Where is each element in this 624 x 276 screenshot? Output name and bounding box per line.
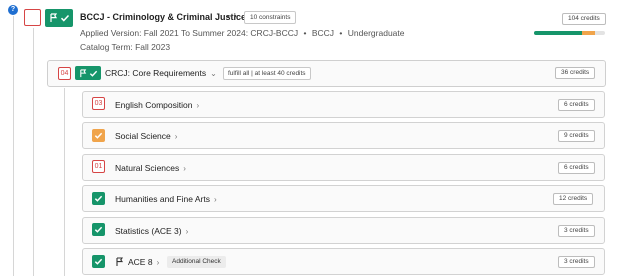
requirement-name: ACE 8 [128,257,153,267]
program-progress-bar [534,31,605,35]
requirement-status-icon [92,192,105,205]
applied-version-line: Applied Version: Fall 2021 To Summer 202… [80,28,405,38]
constraints-button[interactable]: 10 constraints [244,11,297,24]
requirement-count-badge: 03 [92,97,105,110]
chevron-right-icon[interactable]: › [183,164,186,173]
tree-line [13,16,14,276]
additional-check-tag: Additional Check [167,256,226,268]
more-icon[interactable]: ⋯ [226,10,237,23]
requirement-status-icon [92,223,105,236]
flag-icon [116,257,124,266]
requirement-count-badge: 01 [92,160,105,173]
requirement-credits-badge: 3 credits [558,225,595,237]
requirement-credits-badge: 12 credits [553,193,594,205]
group-credits-badge: 36 credits [555,67,596,79]
flag-icon [49,13,57,22]
program-credits-badge: 104 credits [562,13,606,25]
tree-line [33,28,34,276]
chevron-right-icon[interactable]: › [186,227,189,236]
requirement-credits-badge: 3 credits [558,256,595,268]
check-icon [89,70,97,77]
requirement-name: Social Science [115,131,171,141]
chevron-right-icon[interactable]: › [157,258,160,267]
requirement-name: Humanities and Fine Arts [115,194,210,204]
requirement-name: Statistics (ACE 3) [115,226,182,236]
program-title-text: BCCJ - Criminology & Criminal Justice [80,12,247,22]
requirement-label[interactable]: Humanities and Fine Arts › [115,194,217,204]
separator: • [339,28,343,38]
applied-version: Applied Version: Fall 2021 To Summer 202… [80,28,299,38]
group-title[interactable]: CRCJ: Core Requirements ⌄ [105,68,217,78]
program-level: Undergraduate [347,28,405,38]
requirement-credits-badge: 9 credits [558,130,595,142]
separator: • [303,28,307,38]
chevron-down-icon[interactable]: ⌄ [210,69,217,78]
check-icon [94,258,103,265]
requirement-label[interactable]: English Composition › [115,100,199,110]
requirement-label[interactable]: ACE 8 › [128,257,159,267]
requirement-name: English Composition [115,100,193,110]
chevron-right-icon[interactable]: › [214,195,217,204]
group-status-icon [75,66,101,80]
requirement-label[interactable]: Statistics (ACE 3) › [115,226,188,236]
requirement-status-icon [92,129,105,142]
requirement-row-ace-8[interactable] [82,248,605,275]
program-status-icon [45,9,73,27]
check-icon [94,132,103,139]
group-count-badge: 04 [58,67,71,80]
check-icon [94,195,103,202]
program-select-checkbox[interactable] [24,9,41,26]
check-icon [60,14,69,22]
tree-line [64,88,65,276]
requirement-label[interactable]: Social Science › [115,131,177,141]
check-icon [94,226,103,233]
requirement-name: Natural Sciences [115,163,180,173]
group-title-text: CRCJ: Core Requirements [105,68,207,78]
program-code: BCCJ [311,28,335,38]
requirement-label[interactable]: Natural Sciences › [115,163,186,173]
progress-complete-segment [534,31,582,35]
requirement-credits-badge: 6 credits [558,99,595,111]
fulfill-rule-tag: fulfill all | at least 40 credits [223,67,311,80]
requirement-status-icon [92,255,105,268]
chevron-right-icon[interactable]: › [196,101,199,110]
progress-inprogress-segment [582,31,595,35]
info-icon[interactable]: ? [8,5,18,15]
chevron-right-icon[interactable]: › [175,132,178,141]
catalog-term: Catalog Term: Fall 2023 [80,42,171,52]
requirement-credits-badge: 6 credits [558,162,595,174]
flag-icon [79,68,86,77]
